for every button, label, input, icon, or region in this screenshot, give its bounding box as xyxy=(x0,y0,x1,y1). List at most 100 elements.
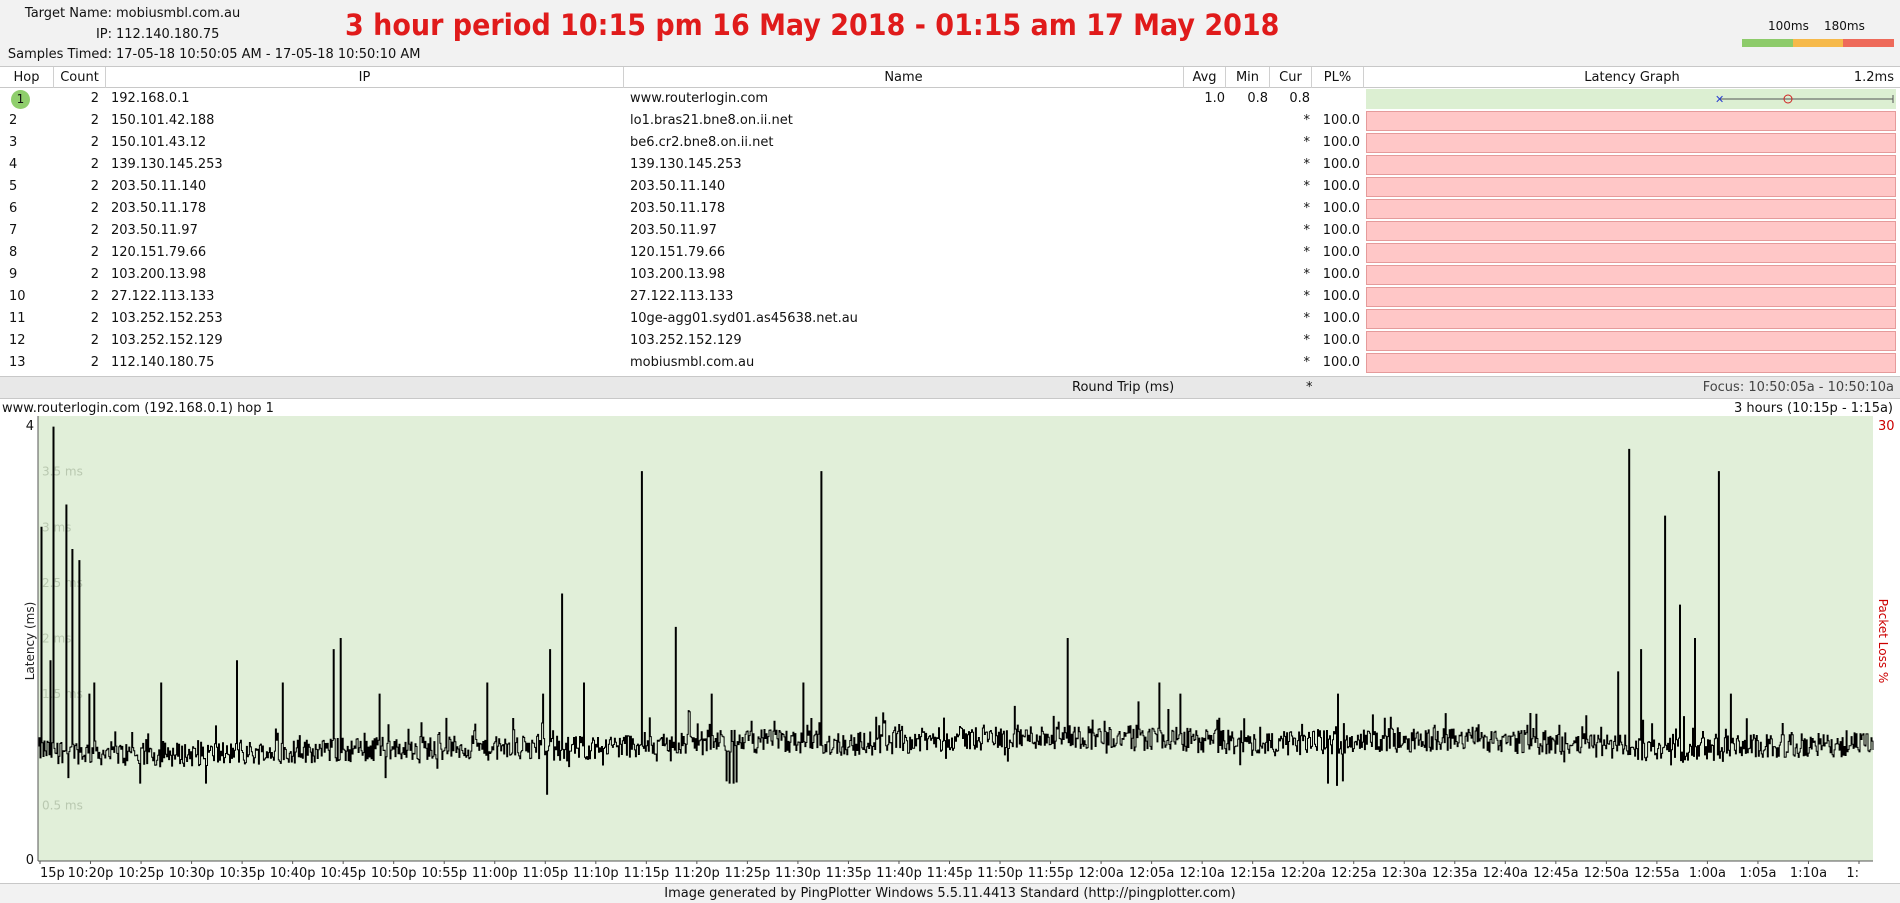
min-cell: 0.8 xyxy=(1247,91,1268,106)
y-tick-label: 0.5 ms xyxy=(42,798,83,812)
x-tick-label: 12:55a xyxy=(1634,866,1679,881)
hop-row[interactable]: 8 2 120.151.79.66 120.151.79.66 * 100.0 xyxy=(0,242,1900,264)
hop-row[interactable]: 9 2 103.200.13.98 103.200.13.98 * 100.0 xyxy=(0,264,1900,286)
x-tick-label: 11:50p xyxy=(977,866,1023,881)
col-avg[interactable]: Avg xyxy=(1184,67,1226,88)
hop-table-header: Hop Count IP Name Avg Min Cur PL% Latenc… xyxy=(0,66,1900,88)
footer: Image generated by PingPlotter Windows 5… xyxy=(0,883,1900,903)
avg-cell xyxy=(1185,308,1225,330)
y-axis-max-label: 4 xyxy=(26,419,34,434)
legend-180ms: 180ms xyxy=(1824,19,1865,33)
min-cell xyxy=(1228,242,1268,264)
hop-cell: 10 xyxy=(9,286,39,308)
hop-number: 11 xyxy=(9,311,26,326)
count-cell: 2 xyxy=(90,311,99,326)
avg-cell xyxy=(1185,242,1225,264)
hop-cell: 2 xyxy=(9,110,39,132)
x-tick-label: 11:20p xyxy=(674,866,720,881)
ip-cell: 192.168.0.1 xyxy=(111,91,190,106)
name-cell: 103.252.152.129 xyxy=(630,333,742,348)
avg-cell xyxy=(1185,352,1225,374)
x-tick-label: 15p xyxy=(40,866,65,881)
hop1-min-marker: ✕ xyxy=(1715,93,1724,106)
cur-cell: * xyxy=(1303,179,1311,194)
col-pl[interactable]: PL% xyxy=(1312,67,1364,88)
round-trip-label: Round Trip (ms) xyxy=(1072,380,1175,395)
x-tick-label: 10:45p xyxy=(320,866,366,881)
pl-cell: 100.0 xyxy=(1322,113,1360,128)
ip-cell: 103.252.152.253 xyxy=(111,311,223,326)
count-cell: 2 xyxy=(90,179,99,194)
hop-row[interactable]: 5 2 203.50.11.140 203.50.11.140 * 100.0 xyxy=(0,176,1900,198)
hop-cell: 9 xyxy=(9,264,39,286)
min-cell xyxy=(1228,308,1268,330)
latency-graph-cell xyxy=(1366,309,1896,329)
round-trip-bar: Round Trip (ms) * Focus: 10:50:05a - 10:… xyxy=(0,376,1900,399)
legend-100ms: 100ms xyxy=(1768,19,1809,33)
cur-cell: * xyxy=(1303,223,1311,238)
hop-number: 12 xyxy=(9,333,26,348)
ip-cell: 103.252.152.129 xyxy=(111,333,223,348)
min-cell xyxy=(1228,154,1268,176)
min-cell xyxy=(1228,264,1268,286)
latency-graph-cell xyxy=(1366,353,1896,373)
hop-row[interactable]: 3 2 150.101.43.12 be6.cr2.bne8.on.ii.net * 10… xyxy=(0,132,1900,154)
ip-value: 112.140.180.75 xyxy=(116,27,220,42)
count-cell: 2 xyxy=(90,135,99,150)
ip-cell: 103.200.13.98 xyxy=(111,267,207,282)
min-cell xyxy=(1228,132,1268,154)
hop-cell: 3 xyxy=(9,132,39,154)
x-tick-label: 12:05a xyxy=(1129,866,1174,881)
hop-number: 5 xyxy=(9,179,18,194)
pl-cell xyxy=(1320,88,1360,110)
x-tick-label: 11:00p xyxy=(472,866,518,881)
avg-cell xyxy=(1185,264,1225,286)
hop-row[interactable]: 6 2 203.50.11.178 203.50.11.178 * 100.0 xyxy=(0,198,1900,220)
avg-cell xyxy=(1185,154,1225,176)
col-name[interactable]: Name xyxy=(624,67,1184,88)
avg-cell xyxy=(1185,220,1225,242)
latency-graph-cell xyxy=(1366,287,1896,307)
hop-row[interactable]: 1 2 192.168.0.1 www.routerlogin.com 1.0 0.8 0.… xyxy=(0,88,1900,110)
col-ip[interactable]: IP xyxy=(106,67,624,88)
hop-number: 10 xyxy=(9,289,26,304)
x-tick-label: 12:40a xyxy=(1483,866,1528,881)
count-cell: 2 xyxy=(90,223,99,238)
cur-cell: * xyxy=(1303,267,1311,282)
hop-row[interactable]: 11 2 103.252.152.253 10ge-agg01.syd01.as456… xyxy=(0,308,1900,330)
col-count[interactable]: Count xyxy=(54,67,106,88)
latency-graph-cell xyxy=(1366,331,1896,351)
min-cell xyxy=(1228,198,1268,220)
x-tick-label: 10:35p xyxy=(219,866,265,881)
x-tick-label: 1:00a xyxy=(1689,866,1726,881)
legend-yellow-segment xyxy=(1792,39,1844,47)
latency-chart[interactable]: 3.5 ms3 ms2.5 ms2 ms1.5 ms0.5 ms 15p 10:2… xyxy=(0,416,1900,883)
x-tick-label: 12:35a xyxy=(1432,866,1477,881)
hop-number: 4 xyxy=(9,157,18,172)
hop-number: 9 xyxy=(9,267,18,282)
focus-range[interactable]: Focus: 10:50:05a - 10:50:10a xyxy=(1703,377,1894,399)
col-min[interactable]: Min xyxy=(1226,67,1270,88)
hop-row[interactable]: 4 2 139.130.145.253 139.130.145.253 * 100.0 xyxy=(0,154,1900,176)
col-cur[interactable]: Cur xyxy=(1270,67,1312,88)
hop-cell: 7 xyxy=(9,220,39,242)
hop-row[interactable]: 7 2 203.50.11.97 203.50.11.97 * 100.0 xyxy=(0,220,1900,242)
latency-graph-cell xyxy=(1366,243,1896,263)
x-tick-label: 10:25p xyxy=(118,866,164,881)
col-latency-graph[interactable]: Latency Graph 1.2ms xyxy=(1364,67,1900,88)
latency-graph-title: Latency Graph xyxy=(1584,70,1680,85)
hop-row[interactable]: 13 2 112.140.180.75 mobiusmbl.com.au * 100.0 xyxy=(0,352,1900,374)
pl-cell: 100.0 xyxy=(1322,201,1360,216)
cur-cell: * xyxy=(1303,201,1311,216)
round-trip-cur: * xyxy=(1306,380,1313,395)
hop-row[interactable]: 2 2 150.101.42.188 lo1.bras21.bne8.on.ii.ne… xyxy=(0,110,1900,132)
avg-cell xyxy=(1185,176,1225,198)
hop-number: 2 xyxy=(9,113,18,128)
hop-row[interactable]: 10 2 27.122.113.133 27.122.113.133 * 100.0 xyxy=(0,286,1900,308)
hop-row[interactable]: 12 2 103.252.152.129 103.252.152.129 * 100.0 xyxy=(0,330,1900,352)
x-tick-label: 1: xyxy=(1846,866,1859,881)
name-cell: 203.50.11.97 xyxy=(630,223,717,238)
col-hop[interactable]: Hop xyxy=(0,67,54,88)
ip-cell: 150.101.42.188 xyxy=(111,113,215,128)
x-tick-label: 11:10p xyxy=(573,866,619,881)
